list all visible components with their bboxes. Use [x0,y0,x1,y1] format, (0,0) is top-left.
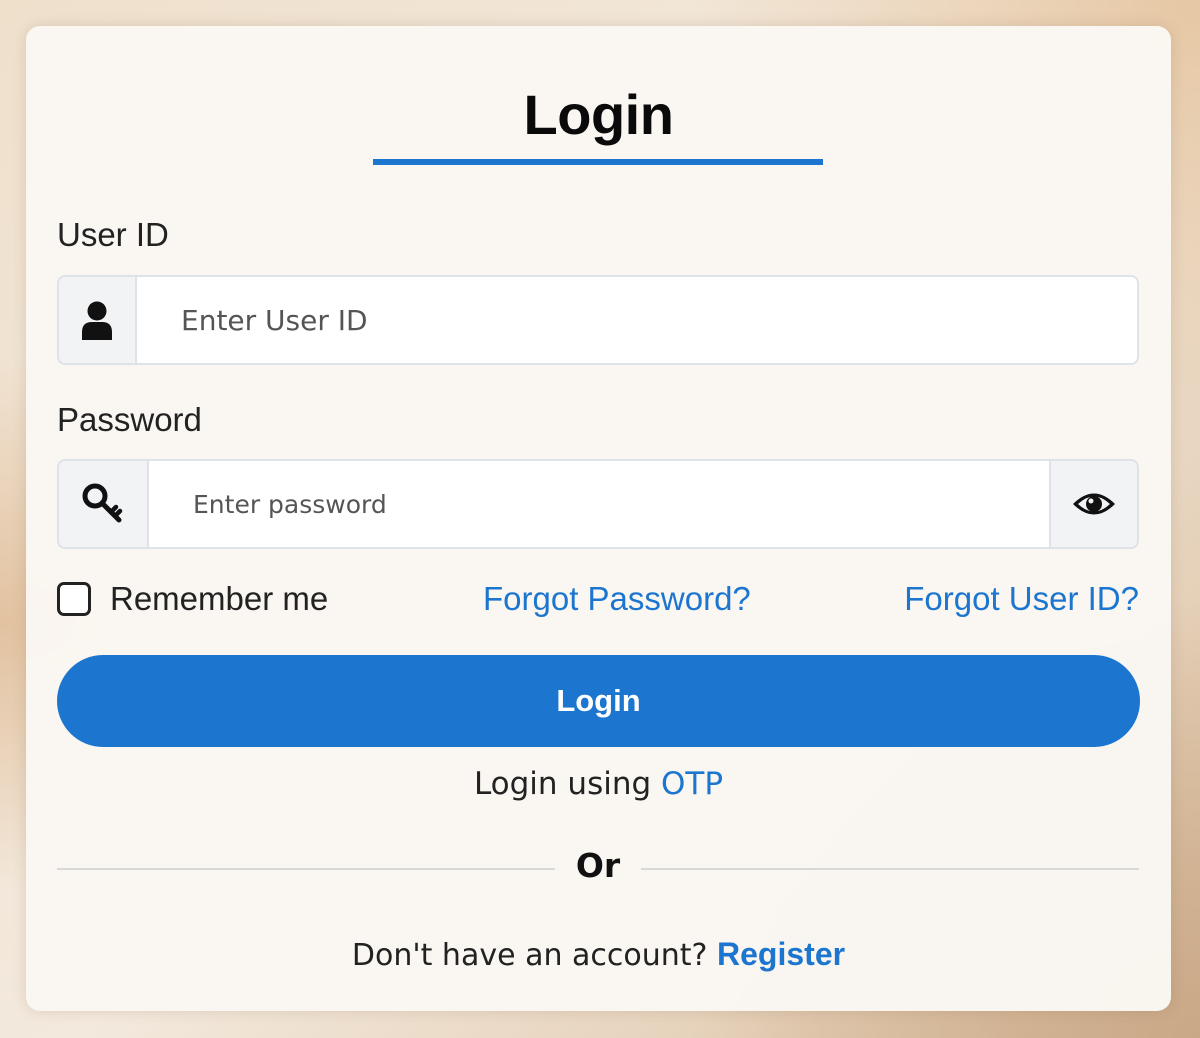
register-link[interactable]: Register [717,936,845,972]
user-icon [57,275,135,365]
remember-me-label[interactable]: Remember me [110,579,328,619]
login-options-row: Remember me Forgot Password? Forgot User… [57,579,1139,619]
user-id-label: User ID [57,216,169,253]
divider-line-right [641,868,1139,870]
eye-icon[interactable] [1051,459,1139,549]
register-line: Don't have an account? Register [26,936,1171,973]
password-input-group [57,459,1139,549]
key-icon [57,459,147,549]
title-underline [373,159,823,165]
otp-login-line: Login using OTP [26,766,1171,802]
otp-link[interactable]: OTP [661,766,723,802]
login-button[interactable]: Login [57,655,1140,747]
login-card: Login User ID Password [26,26,1171,1011]
password-input[interactable] [147,459,1051,549]
forgot-user-id-link[interactable]: Forgot User ID? [904,579,1139,619]
forgot-password-link[interactable]: Forgot Password? [483,579,751,619]
or-text: Or [575,846,621,885]
user-id-input[interactable] [135,275,1139,365]
user-id-input-group [57,275,1139,365]
page-title: Login [523,83,674,146]
remember-me-checkbox[interactable] [57,582,91,616]
password-label: Password [57,401,202,438]
or-divider: Or [57,846,1139,890]
register-prefix-text: Don't have an account? [351,938,708,973]
otp-prefix-text: Login using [473,766,652,802]
